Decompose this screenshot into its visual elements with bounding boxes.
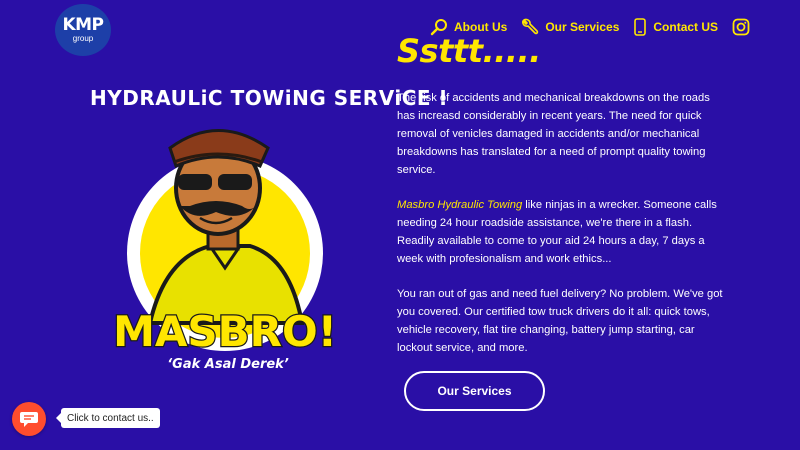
instagram-icon xyxy=(732,18,750,36)
logo-text: KMP xyxy=(62,15,104,35)
mascot-tagline: ‘Gak Asal Derek’ xyxy=(167,357,289,372)
mascot-brand-text: MASBRO! xyxy=(113,307,337,356)
kmp-logo[interactable]: KMP group xyxy=(55,4,111,56)
masbro-mascot-illustration: MASBRO! ‘Gak Asal Derek’ xyxy=(112,129,338,372)
chat-icon xyxy=(20,412,38,427)
chat-tooltip[interactable]: Click to contact us.. xyxy=(56,408,160,428)
nav-contact-us-label: Contact US xyxy=(653,20,719,34)
description: The risk of accidents and mechanical bre… xyxy=(397,89,727,374)
paragraph-1: The risk of accidents and mechanical bre… xyxy=(397,92,710,176)
phone-icon xyxy=(634,18,647,36)
nav-our-services-label: Our Services xyxy=(545,20,620,34)
hero-title: HYDRAULiC TOWiNG SERViCE ! xyxy=(90,86,449,110)
nav-contact-us[interactable]: Contact US xyxy=(633,18,718,36)
chat-button[interactable] xyxy=(12,402,46,436)
headline: Ssttt..... xyxy=(397,32,541,70)
brand-highlight: Masbro Hydraulic Towing xyxy=(397,199,523,211)
logo-subtext: group xyxy=(72,34,94,43)
our-services-button[interactable]: Our Services xyxy=(404,371,545,411)
paragraph-2: Masbro Hydraulic Towing like ninjas in a… xyxy=(397,196,727,268)
paragraph-3: You ran out of gas and need fuel deliver… xyxy=(397,288,723,354)
instagram-link[interactable] xyxy=(732,18,750,36)
